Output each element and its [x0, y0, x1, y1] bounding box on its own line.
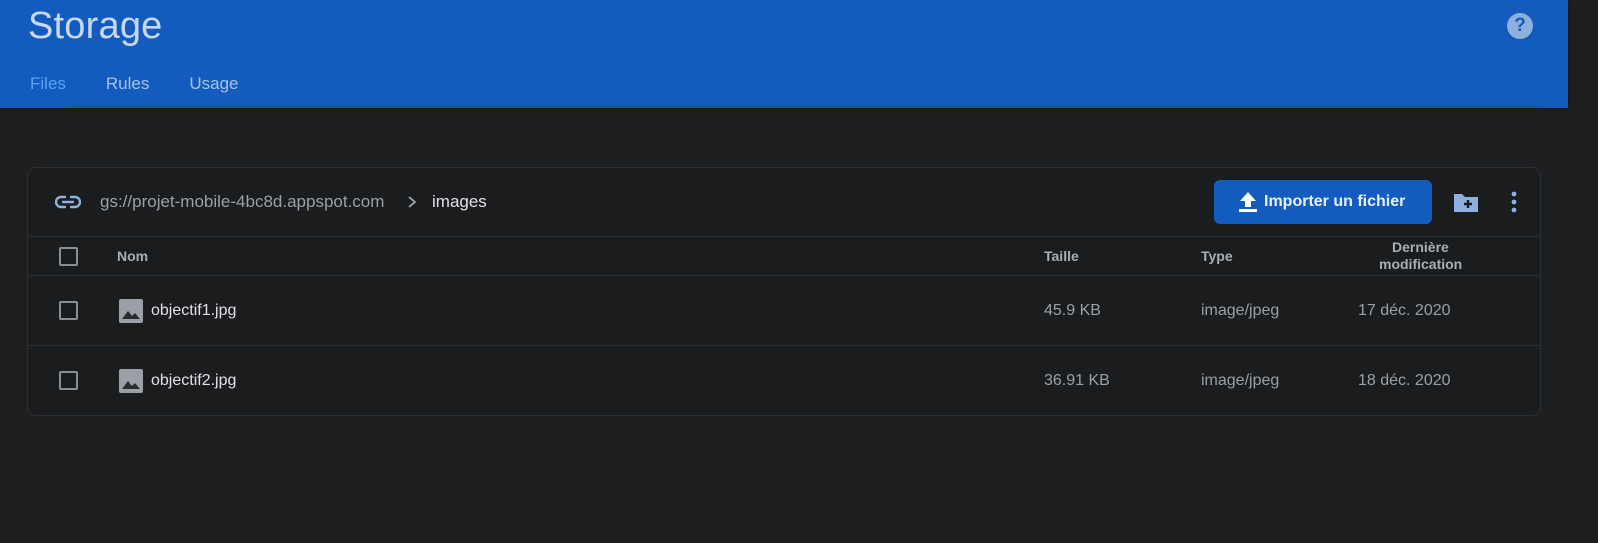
image-file-icon [119, 369, 143, 393]
file-toolbar: gs://projet-mobile-4bc8d.appspot.com ima… [28, 168, 1540, 237]
upload-button-label: Importer un fichier [1264, 193, 1406, 210]
file-name[interactable]: objectif2.jpg [151, 372, 236, 390]
tab-rules[interactable]: Rules [106, 74, 149, 94]
help-icon[interactable]: ? [1507, 13, 1533, 39]
upload-file-button[interactable]: Importer un fichier [1214, 180, 1432, 224]
column-header-size[interactable]: Taille [1044, 248, 1079, 264]
file-modified: 17 déc. 2020 [1358, 302, 1451, 319]
column-header-modified-line1[interactable]: Dernière [1392, 239, 1449, 255]
column-header-modified-line2[interactable]: modification [1379, 256, 1462, 272]
row-checkbox[interactable] [59, 301, 78, 320]
page-title: Storage [28, 5, 163, 47]
table-row[interactable]: objectif1.jpg 45.9 KB image/jpeg 17 déc.… [28, 276, 1540, 346]
more-vert-icon[interactable] [1506, 190, 1522, 214]
table-header: Nom Taille Type Dernière modification [28, 237, 1540, 276]
new-folder-icon[interactable] [1452, 190, 1480, 214]
table-row[interactable]: objectif2.jpg 36.91 KB image/jpeg 18 déc… [28, 346, 1540, 416]
select-all-checkbox[interactable] [59, 247, 78, 266]
file-type: image/jpeg [1201, 372, 1280, 389]
bucket-path-breadcrumb[interactable]: gs://projet-mobile-4bc8d.appspot.com [100, 192, 384, 212]
chevron-right-icon [408, 196, 417, 208]
file-size: 45.9 KB [1044, 302, 1101, 319]
app-header: Storage ? Files Rules Usage [0, 0, 1568, 108]
column-header-name[interactable]: Nom [117, 248, 148, 264]
tab-files[interactable]: Files [30, 74, 66, 94]
file-type: image/jpeg [1201, 302, 1280, 319]
tab-bar: Files Rules Usage [30, 74, 279, 94]
header-divider [72, 106, 1542, 107]
image-file-icon [119, 299, 143, 323]
tab-usage[interactable]: Usage [189, 74, 238, 94]
link-icon[interactable] [55, 193, 81, 211]
file-modified: 18 déc. 2020 [1358, 372, 1451, 389]
upload-icon [1239, 192, 1257, 212]
current-folder-breadcrumb: images [432, 192, 487, 211]
column-header-type[interactable]: Type [1201, 248, 1233, 264]
file-browser-panel: gs://projet-mobile-4bc8d.appspot.com ima… [27, 167, 1541, 416]
file-name[interactable]: objectif1.jpg [151, 302, 236, 320]
file-size: 36.91 KB [1044, 372, 1110, 389]
row-checkbox[interactable] [59, 371, 78, 390]
